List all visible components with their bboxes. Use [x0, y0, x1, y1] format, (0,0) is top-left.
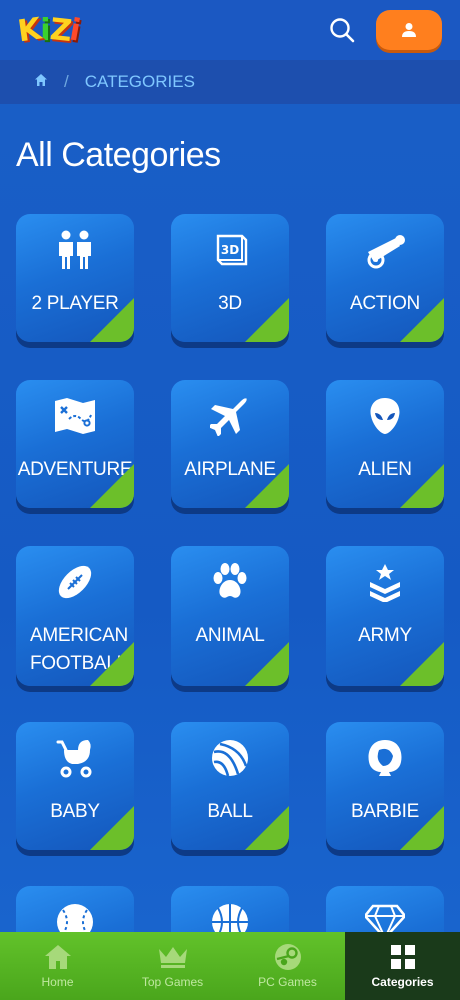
home-icon [44, 945, 71, 969]
nav-pc-games[interactable]: PC Games [230, 932, 345, 1000]
category-tile-american-football[interactable]: AMERICAN FOOTBALL [16, 546, 134, 686]
breadcrumb-separator: / [64, 72, 69, 91]
nav-label: Home [41, 975, 74, 989]
nav-categories[interactable]: Categories [345, 932, 460, 1000]
category-tile-2-player[interactable]: 2 PLAYER [16, 214, 134, 342]
3d-cube-icon: 3D [216, 234, 248, 266]
breadcrumb-current: CATEGORIES [84, 72, 195, 91]
search-button[interactable] [326, 14, 358, 46]
category-label: 3D [218, 293, 242, 314]
home-icon [35, 74, 47, 86]
nav-label: Categories [371, 975, 434, 989]
alien-icon [370, 398, 400, 434]
category-tile-action[interactable]: ACTION [326, 214, 444, 342]
category-tile-barbie[interactable]: BARBIE [326, 722, 444, 850]
nav-home[interactable]: Home [0, 932, 115, 1000]
nav-label: Top Games [141, 975, 204, 989]
breadcrumb: / CATEGORIES [0, 60, 460, 104]
top-header: KiZi [0, 0, 460, 60]
user-account-button[interactable] [376, 10, 442, 50]
cannon-icon [367, 235, 405, 269]
search-icon [330, 18, 355, 43]
home-breadcrumb-link[interactable] [34, 72, 48, 92]
grid-icon [390, 945, 415, 969]
bottom-nav: Home Top Games PC Games Categories [0, 932, 460, 1000]
category-tile-3d[interactable]: 3D 3D [171, 214, 289, 342]
kizi-logo[interactable]: KiZi [16, 0, 83, 60]
nav-label: PC Games [258, 975, 317, 989]
svg-text:3D: 3D [221, 243, 239, 257]
beach-ball-icon [212, 740, 248, 777]
category-tile-army[interactable]: ARMY [326, 546, 444, 686]
paw-icon [213, 563, 247, 598]
category-tile-adventure[interactable]: ADVENTURE [16, 380, 134, 508]
page-title: All Categories [16, 136, 221, 174]
barbie-head-icon [368, 740, 402, 776]
crown-icon [158, 947, 187, 968]
stroller-icon [56, 740, 92, 778]
airplane-icon [210, 398, 247, 436]
user-icon [402, 23, 416, 37]
two-people-icon [59, 230, 91, 269]
football-icon [58, 565, 92, 599]
category-tile-baby[interactable]: BABY [16, 722, 134, 850]
category-tile-ball[interactable]: BALL [171, 722, 289, 850]
army-badge-icon [370, 564, 400, 602]
category-tile-animal[interactable]: ANIMAL [171, 546, 289, 686]
nav-top-games[interactable]: Top Games [115, 932, 230, 1000]
category-tile-airplane[interactable]: AIRPLANE [171, 380, 289, 508]
category-tile-alien[interactable]: ALIEN [326, 380, 444, 508]
treasure-map-icon [55, 398, 95, 434]
steam-icon [274, 944, 301, 970]
